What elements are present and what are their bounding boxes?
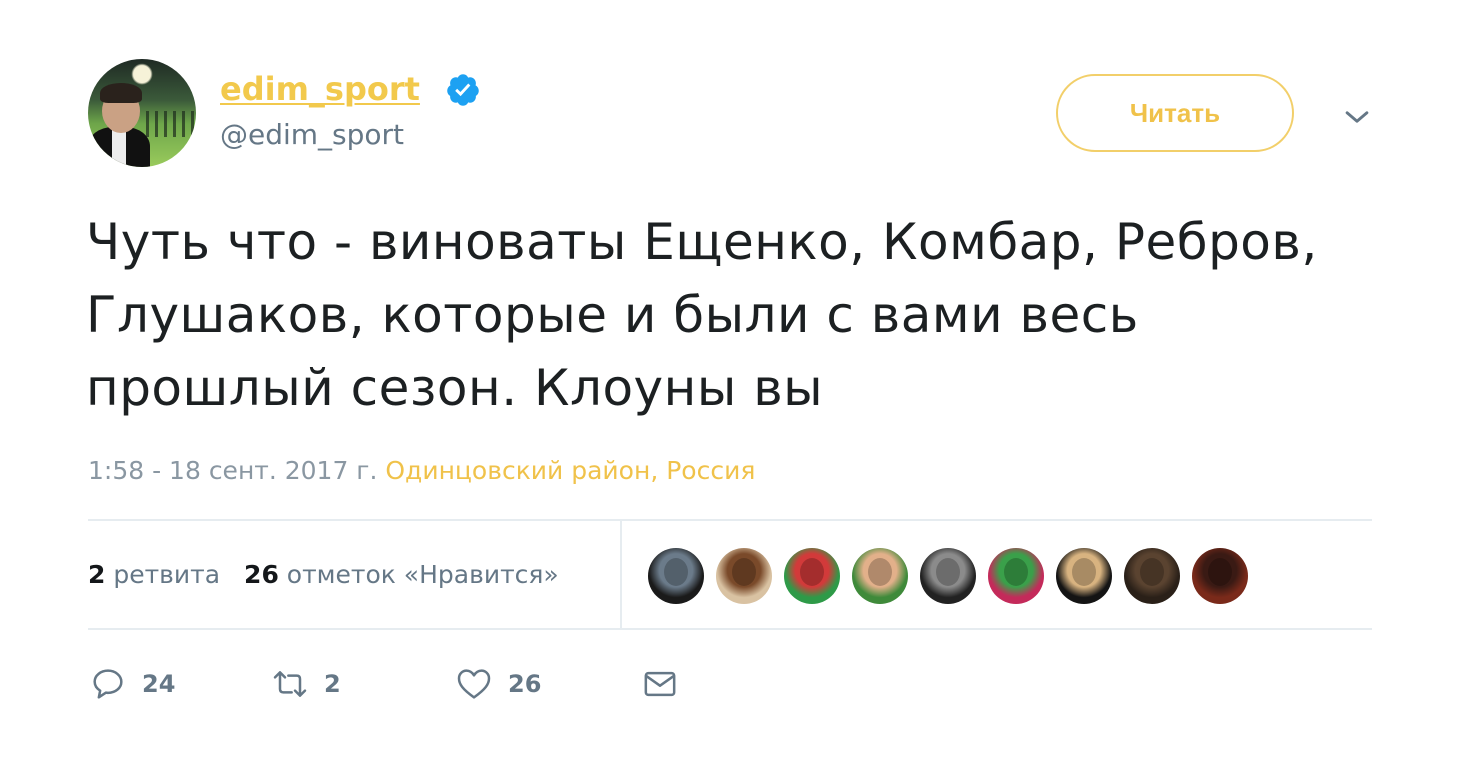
tweet-location[interactable]: Одинцовский район, Россия <box>385 456 755 485</box>
follow-button[interactable]: Читать <box>1056 74 1294 152</box>
divider-bottom <box>88 628 1372 630</box>
like-count: 26 <box>508 670 542 698</box>
divider-top <box>88 519 1372 521</box>
retweet-count: 2 <box>324 670 341 698</box>
tweet-text: Чуть что - виноваты Ещенко, Комбар, Ребр… <box>86 213 1318 417</box>
reply-count: 24 <box>142 670 176 698</box>
liker-avatar[interactable] <box>784 548 840 604</box>
likes-count: 26 <box>244 560 279 589</box>
liker-avatars <box>648 548 1248 604</box>
retweets-label: ретвита <box>113 560 221 589</box>
liker-avatar[interactable] <box>1056 548 1112 604</box>
avatar-shirt <box>112 129 126 165</box>
liker-avatar[interactable] <box>920 548 976 604</box>
tweet-actions: 24 2 26 <box>88 664 680 704</box>
liker-avatar[interactable] <box>1192 548 1248 604</box>
retweets-stat[interactable]: 2 ретвита <box>88 560 220 589</box>
avatar-background <box>146 111 196 137</box>
display-name[interactable]: edim_sport <box>220 70 420 108</box>
liker-avatar[interactable] <box>988 548 1044 604</box>
tweet-timestamp[interactable]: 1:58 - 18 сент. 2017 г. <box>88 456 377 485</box>
reply-icon <box>93 669 123 699</box>
envelope-icon <box>644 671 676 697</box>
liker-avatar[interactable] <box>716 548 772 604</box>
user-avatar[interactable] <box>88 59 196 167</box>
reply-button[interactable]: 24 <box>88 664 270 704</box>
retweet-button[interactable]: 2 <box>270 664 454 704</box>
likes-stat[interactable]: 26 отметок «Нравится» <box>244 560 559 589</box>
engagement-stats: 2 ретвита 26 отметок «Нравится» <box>88 560 559 589</box>
liker-avatar[interactable] <box>648 548 704 604</box>
retweets-count: 2 <box>88 560 106 589</box>
tweet-meta: 1:58 - 18 сент. 2017 г. Одинцовский райо… <box>88 456 755 485</box>
liker-avatar[interactable] <box>1124 548 1180 604</box>
user-handle[interactable]: @edim_sport <box>220 118 404 151</box>
chevron-down-icon[interactable] <box>1340 100 1374 134</box>
like-button[interactable]: 26 <box>454 664 640 704</box>
retweet-icon <box>273 671 307 697</box>
stats-divider <box>620 520 622 630</box>
direct-message-button[interactable] <box>640 664 680 704</box>
heart-icon <box>457 669 491 699</box>
avatar-hair <box>100 83 142 103</box>
likes-label: отметок «Нравится» <box>286 560 559 589</box>
verified-badge-icon <box>447 74 479 106</box>
liker-avatar[interactable] <box>852 548 908 604</box>
